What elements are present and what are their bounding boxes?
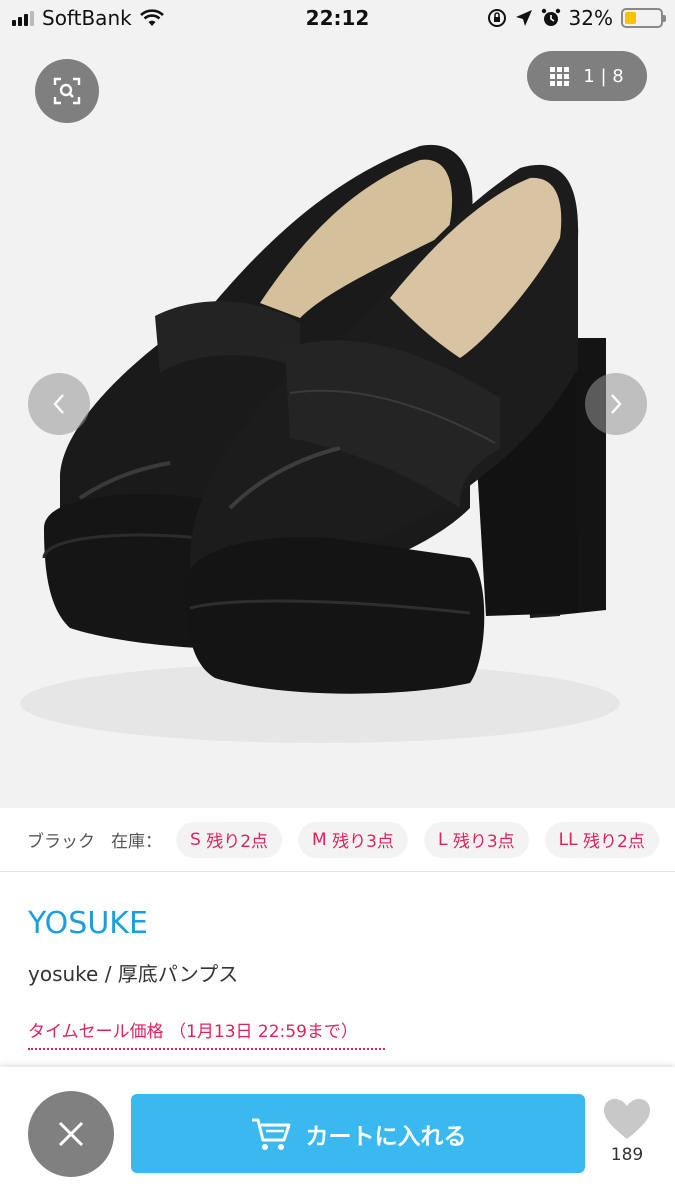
add-to-cart-button[interactable]: カートに入れる [131,1094,585,1173]
battery-level-fill [625,12,636,24]
stock-label: 在庫： [111,832,162,852]
add-to-cart-label: カートに入れる [305,1123,467,1150]
previous-image-button[interactable] [28,373,90,435]
chip-stock: 残り2点 [583,832,645,852]
product-info: YOSUKE yosuke / 厚底パンプス タイムセール価格 （1月13日 2… [0,872,675,1067]
product-photo-loafer-pumps [20,144,620,743]
size-chip-m[interactable]: M 残り3点 [298,821,408,858]
zoom-button[interactable] [35,59,99,123]
bottom-action-bar: カートに入れる 189 [0,1067,675,1200]
chip-size: S [190,829,201,850]
chip-size: LL [558,829,578,850]
chip-stock: 残り3点 [452,832,515,852]
counter-separator: | [600,65,607,87]
product-name: yosuke / 厚底パンプス [28,962,239,986]
chip-stock: 残り3点 [332,832,394,852]
size-chip-l[interactable]: L 残り3点 [423,821,529,858]
location-icon [515,10,532,26]
time-sale-label: タイムセール価格 （1月13日 22:59まで） [28,1017,385,1050]
close-icon [58,1121,84,1147]
next-image-button[interactable] [585,373,647,435]
rotation-lock-icon [487,9,506,27]
counter-total: 8 [612,65,624,87]
battery-percent: 32% [568,6,613,30]
battery-icon [621,8,666,28]
chevron-left-icon [53,394,64,414]
image-counter: 1 | 8 [583,66,623,87]
chip-size: L [437,829,448,850]
color-name: ブラック [27,832,95,852]
chip-size: M [312,829,327,850]
favorite-button[interactable]: 189 [597,1097,657,1165]
size-chip-s[interactable]: S 残り2点 [176,821,283,858]
product-image-gallery[interactable]: 1 | 8 [0,38,675,808]
heart-icon [604,1099,650,1139]
chip-stock: 残り2点 [206,832,269,852]
grid-icon [550,66,570,86]
brand-link[interactable]: YOSUKE [28,906,148,941]
cart-icon [251,1118,290,1150]
image-counter-button[interactable]: 1 | 8 [527,51,647,101]
zoom-search-icon [53,77,81,105]
favorite-count: 189 [610,1145,644,1165]
counter-current: 1 [583,65,595,87]
chevron-right-icon [611,394,622,414]
alarm-icon [541,8,560,26]
status-bar: SoftBank 22:12 32% [0,0,675,38]
size-chip-ll[interactable]: LL 残り2点 [544,821,659,858]
status-right: 32% [487,6,666,30]
close-button[interactable] [28,1091,114,1177]
stock-row: ブラック 在庫： S 残り2点 M 残り3点 L 残り3点 LL 残り2点 [0,808,675,872]
